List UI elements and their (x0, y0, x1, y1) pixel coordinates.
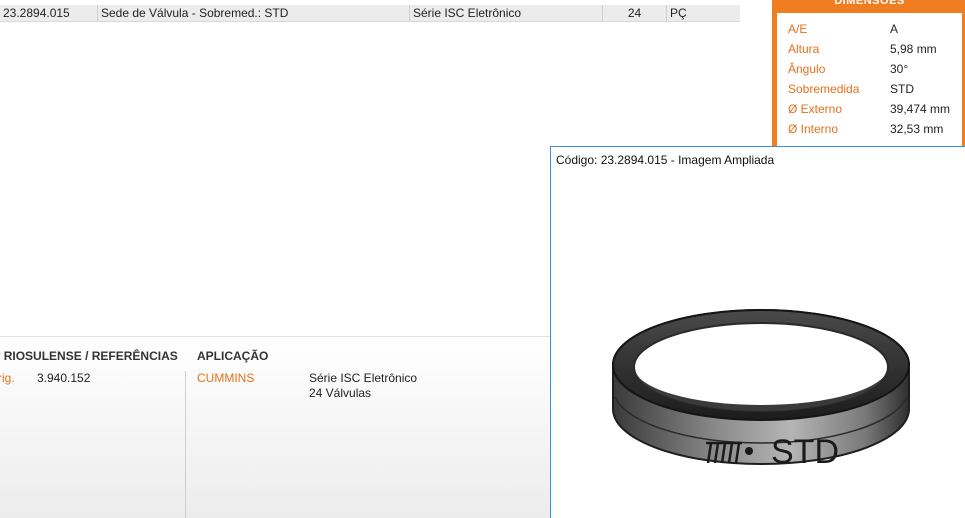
reference-value: 3.940.152 (37, 371, 91, 385)
row-code: 23.2894.015 (0, 4, 98, 22)
row-description: Sede de Válvula - Sobremed.: STD (98, 4, 410, 22)
product-table-row[interactable]: 23.2894.015 Sede de Válvula - Sobremed.:… (0, 4, 740, 22)
dimension-label: Ø Externo (788, 102, 843, 116)
dimension-label: Altura (788, 42, 820, 56)
dimension-label: A/E (788, 22, 808, 36)
reference-label: rig. (0, 371, 15, 385)
dimension-value: 32,53 mm (890, 122, 944, 136)
valve-seat-image: STD (612, 309, 910, 471)
dimension-value: 39,474 mm (890, 102, 951, 116)
application-brand[interactable]: CUMMINS (197, 371, 254, 385)
image-popup[interactable]: Código: 23.2894.015 - Imagem Ampliada ST… (550, 146, 965, 518)
dimensions-header: DIMENSÕES (777, 0, 962, 13)
dimension-row-externo: Ø Externo 39,474 mm (788, 99, 963, 119)
references-title: º RIOSULENSE / REFERÊNCIAS (0, 349, 178, 363)
dimension-value: 5,98 mm (890, 42, 937, 56)
dimension-row-angulo: Ângulo 30° (788, 59, 963, 79)
dimension-label: Ø Interno (788, 122, 839, 136)
dimension-value: STD (890, 82, 914, 96)
dimension-value: 30° (890, 62, 909, 76)
popup-title: Código: 23.2894.015 - Imagem Ampliada (556, 153, 775, 167)
application-series: Série ISC Eletrônico (309, 371, 418, 385)
ring-marking-text: STD (771, 433, 839, 471)
row-series: Série ISC Eletrônico (410, 4, 603, 22)
row-quantity: 24 (603, 4, 667, 22)
dimensions-panel: DIMENSÕES A/E A Altura 5,98 mm Ângulo 30… (772, 0, 965, 146)
row-unit: PÇ (670, 5, 687, 20)
dimension-row-altura: Altura 5,98 mm (788, 39, 963, 59)
column-divider (185, 371, 186, 518)
dimension-row-interno: Ø Interno 32,53 mm (788, 119, 963, 139)
application-valves: 24 Válvulas (309, 386, 372, 400)
dimension-row-sobremedida: Sobremedida STD (788, 79, 963, 99)
dimension-label: Sobremedida (788, 82, 860, 96)
dimension-label: Ângulo (788, 62, 826, 76)
dimension-row-ae: A/E A (788, 19, 963, 39)
application-title: APLICAÇÃO (197, 349, 269, 363)
dimension-value: A (890, 22, 899, 36)
